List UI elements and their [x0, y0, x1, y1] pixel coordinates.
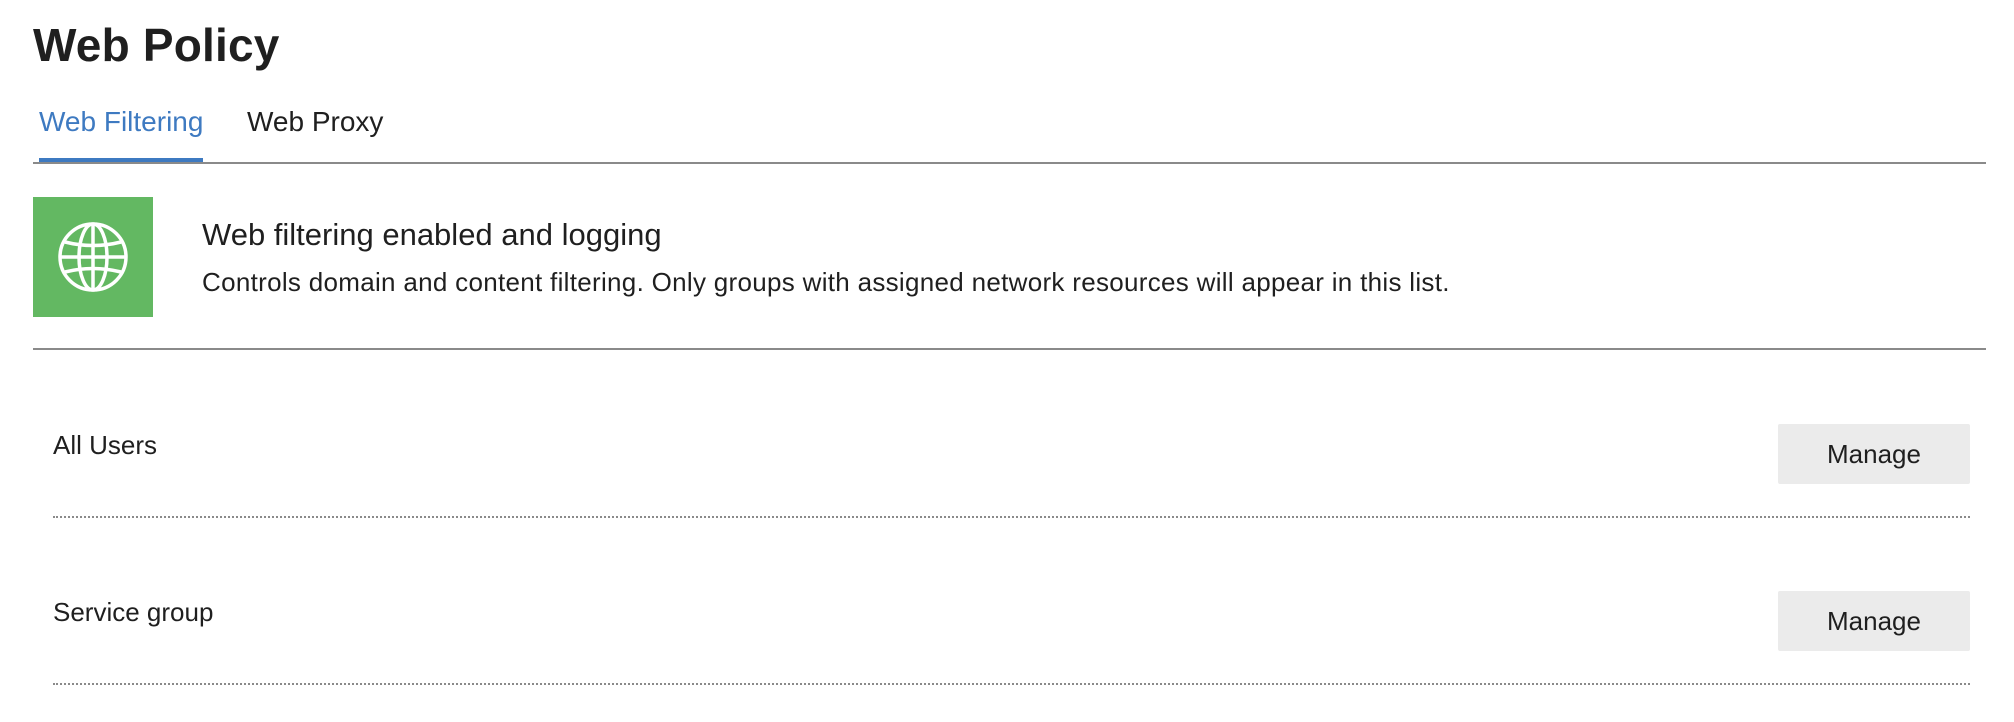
tab-web-filtering[interactable]: Web Filtering [39, 106, 204, 162]
web-policy-page: Web Policy Web Filtering Web Proxy Web f… [0, 0, 2014, 722]
group-name: All Users [53, 430, 158, 460]
group-name: Service group [53, 597, 214, 627]
status-description: Controls domain and content filtering. O… [202, 267, 1450, 297]
status-panel: Web filtering enabled and logging Contro… [33, 197, 1986, 350]
status-heading: Web filtering enabled and logging [202, 217, 662, 252]
status-icon-tile [33, 197, 153, 317]
group-row: Service group Manage [53, 573, 1970, 685]
globe-icon [58, 222, 128, 292]
tab-web-proxy[interactable]: Web Proxy [247, 106, 383, 138]
manage-button[interactable]: Manage [1778, 424, 1970, 484]
page-title: Web Policy [33, 19, 280, 71]
manage-button[interactable]: Manage [1778, 591, 1970, 651]
group-row: All Users Manage [53, 406, 1970, 518]
tab-bar: Web Filtering Web Proxy [33, 100, 1986, 164]
